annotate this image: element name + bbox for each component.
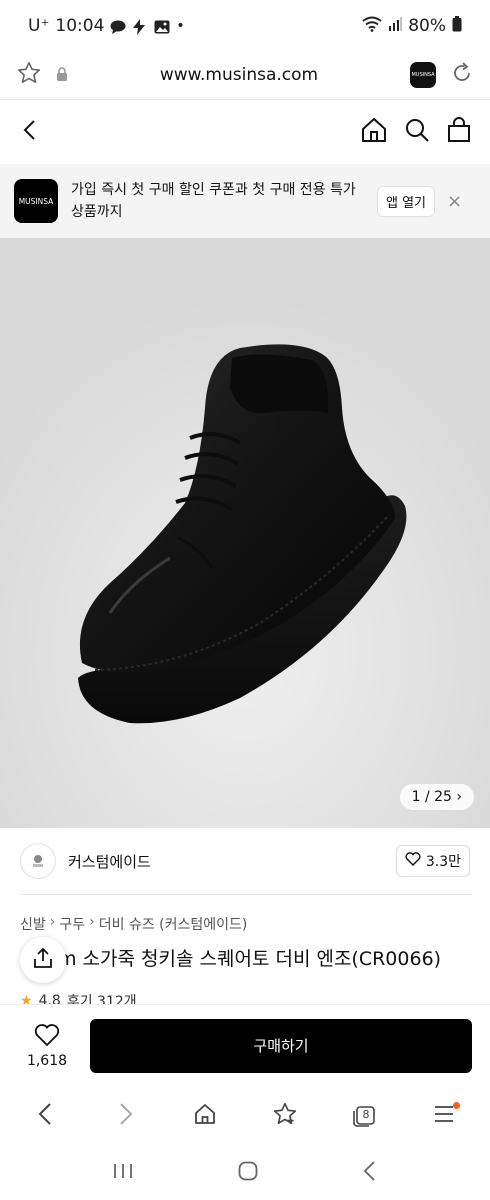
brand-logo <box>20 843 56 879</box>
chevron-right-icon <box>114 1102 136 1130</box>
tab-count: 8 <box>362 1108 370 1121</box>
status-bar: U⁺ 10:04 • 80% <box>0 0 490 52</box>
breadcrumb-item[interactable]: 더비 슈즈 (커스텀에이드) <box>99 914 248 934</box>
heart-icon <box>34 1023 60 1051</box>
star-add-icon <box>272 1101 298 1131</box>
product-title: m 소가죽 청키솔 스퀘어토 더비 엔조(CR0066) <box>58 948 442 970</box>
product-image-carousel[interactable]: 1 / 25 › <box>0 238 490 828</box>
app-install-banner: MUSINSA 가입 즉시 첫 구매 할인 쿠폰과 첫 구매 전용 특가 상품까… <box>0 164 490 238</box>
image-counter-text: 1 / 25 <box>411 789 452 805</box>
back-icon[interactable] <box>18 118 42 146</box>
browser-menu-button[interactable] <box>420 1092 468 1140</box>
product-like-button[interactable]: 1,618 <box>12 1023 82 1069</box>
brand-like-button[interactable]: 3.3만 <box>395 845 470 877</box>
system-back-icon[interactable] <box>362 1160 378 1186</box>
url-text[interactable]: www.musinsa.com <box>68 65 410 85</box>
breadcrumb: 신발 › 구두 › 더비 슈즈 (커스텀에이드) <box>20 914 247 934</box>
product-like-count: 1,618 <box>26 1052 68 1069</box>
musinsa-logo: MUSINSA <box>14 179 58 223</box>
signal-icon <box>388 16 403 36</box>
brand-like-count: 3.3만 <box>425 854 461 870</box>
share-icon <box>32 947 54 973</box>
recent-apps-icon[interactable] <box>112 1162 134 1184</box>
page-header <box>0 100 490 164</box>
search-icon[interactable] <box>404 117 430 147</box>
tabs-icon: 8 <box>352 1105 376 1127</box>
wifi-icon <box>362 16 382 37</box>
image-icon <box>154 19 170 34</box>
bolt-icon <box>132 19 148 35</box>
system-navigation-bar <box>0 1146 490 1200</box>
lock-icon <box>56 66 68 85</box>
browser-toolbar: 8 <box>0 1086 490 1146</box>
close-icon[interactable]: × <box>447 191 462 212</box>
home-icon[interactable] <box>360 116 388 148</box>
breadcrumb-item[interactable]: 신발 <box>20 914 46 934</box>
breadcrumb-item[interactable]: 구두 <box>59 914 85 934</box>
heart-icon <box>405 852 421 870</box>
menu-icon <box>433 1104 455 1128</box>
reload-icon[interactable] <box>450 61 474 89</box>
home-icon <box>193 1102 217 1130</box>
status-dot: • <box>176 18 185 34</box>
chevron-right-icon: › <box>456 789 462 805</box>
carrier-label: U⁺ <box>28 16 50 36</box>
chevron-left-icon <box>35 1102 57 1130</box>
clock: 10:04 <box>55 16 105 36</box>
browser-forward-button[interactable] <box>101 1092 149 1140</box>
chat-icon <box>110 19 126 34</box>
site-tab-badge[interactable]: MUSINSA <box>410 62 436 88</box>
shopping-bag-icon[interactable] <box>446 117 472 147</box>
share-button[interactable] <box>20 937 66 983</box>
chevron-right-icon: › <box>49 914 56 930</box>
brand-divider <box>20 894 472 895</box>
browser-home-button[interactable] <box>181 1092 229 1140</box>
star-outline-icon[interactable] <box>16 60 42 90</box>
battery-percent: 80% <box>408 16 446 36</box>
notification-dot <box>453 1102 461 1109</box>
purchase-bar: 1,618 구매하기 <box>0 1004 490 1086</box>
browser-back-button[interactable] <box>22 1092 70 1140</box>
battery-icon <box>452 15 462 37</box>
home-button-icon[interactable] <box>237 1160 259 1186</box>
banner-message: 가입 즉시 첫 구매 할인 쿠폰과 첫 구매 전용 특가 상품까지 <box>71 182 356 220</box>
open-app-button[interactable]: 앱 열기 <box>377 185 436 217</box>
brand-row[interactable]: 커스텀에이드 3.3만 <box>0 828 490 894</box>
brand-name[interactable]: 커스텀에이드 <box>68 851 151 872</box>
browser-url-bar: www.musinsa.com MUSINSA <box>0 52 490 98</box>
browser-bookmark-button[interactable] <box>261 1092 309 1140</box>
chevron-right-icon: › <box>89 914 95 930</box>
buy-button[interactable]: 구매하기 <box>90 1018 472 1073</box>
browser-tabs-button[interactable]: 8 <box>340 1092 388 1140</box>
image-counter[interactable]: 1 / 25 › <box>399 784 474 810</box>
product-photo <box>0 238 490 828</box>
